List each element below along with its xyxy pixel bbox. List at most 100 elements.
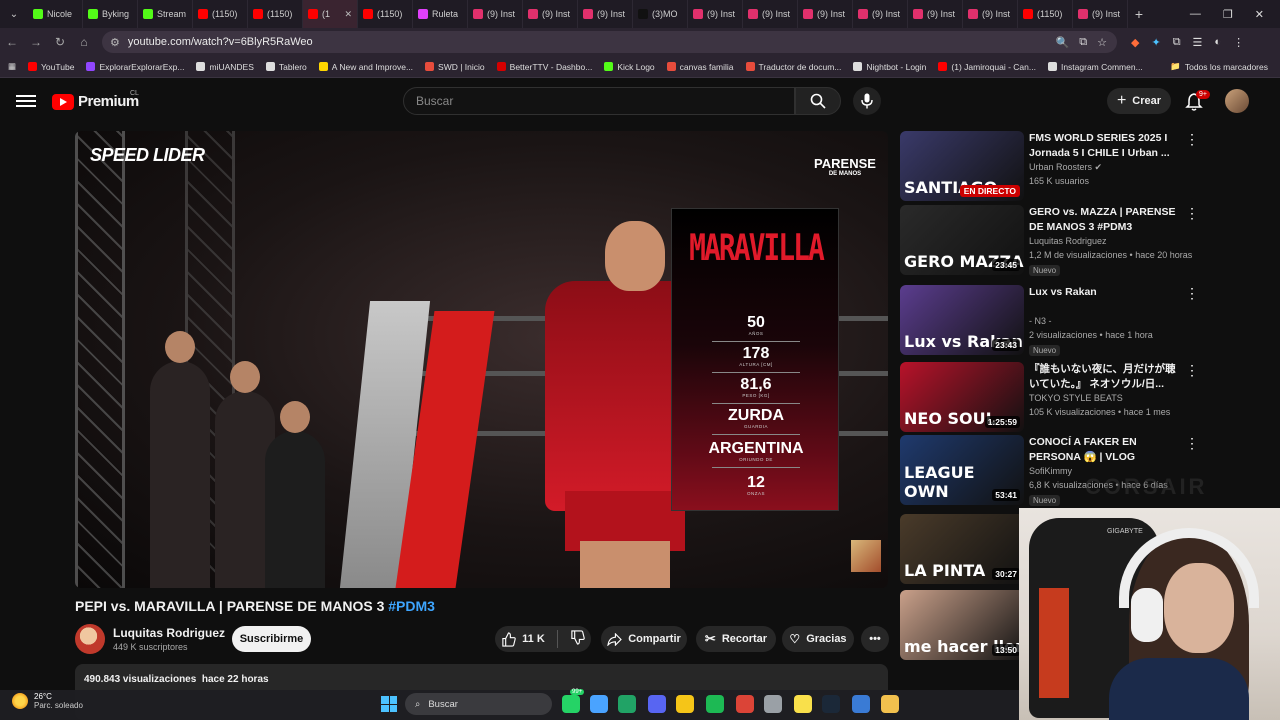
profile-icon[interactable]: ◐ bbox=[1214, 36, 1221, 49]
recommended-channel[interactable]: SofiKimmy bbox=[1029, 466, 1072, 476]
browser-tab[interactable]: Byking bbox=[83, 0, 138, 28]
browser-tab[interactable]: (9) Inst bbox=[523, 0, 578, 28]
whatsapp-icon[interactable]: 99+ bbox=[562, 689, 585, 713]
recommended-title[interactable]: Lux vs Rakan bbox=[1029, 285, 1179, 300]
browser-tab[interactable]: (9) Inst bbox=[468, 0, 523, 28]
discord-icon[interactable] bbox=[648, 695, 666, 713]
recommended-video[interactable]: SANTIAGO EN DIRECTO FMS WORLD SERIES 2025 … bbox=[900, 131, 1200, 203]
like-button[interactable]: 11 K bbox=[501, 631, 545, 647]
edge-icon[interactable] bbox=[852, 695, 870, 713]
app-icon[interactable] bbox=[881, 695, 899, 713]
sticky-icon[interactable] bbox=[794, 695, 812, 713]
steam-icon[interactable] bbox=[822, 695, 840, 713]
notes-icon[interactable] bbox=[590, 695, 608, 713]
browser-tab[interactable]: (1 ✕ bbox=[303, 0, 358, 28]
maximize-button[interactable]: ❐ bbox=[1223, 8, 1233, 21]
recommended-channel[interactable]: TOKYO STYLE BEATS bbox=[1029, 393, 1123, 403]
hashtag-link[interactable]: #PDM3 bbox=[388, 598, 435, 614]
browser-tab[interactable]: (9) Inst bbox=[1073, 0, 1128, 28]
bookmark-item[interactable]: A New and Improve... bbox=[313, 62, 419, 72]
browser-tab[interactable]: Stream bbox=[138, 0, 193, 28]
video-thumbnail[interactable]: LEAGUE OWN 53:41 bbox=[900, 435, 1024, 505]
video-thumbnail[interactable]: Lux vs Rakan 23:43 bbox=[900, 285, 1024, 355]
more-vertical-icon[interactable]: ⋮ bbox=[1185, 436, 1199, 450]
bookmark-item[interactable]: Tablero bbox=[260, 62, 313, 72]
recommended-channel[interactable]: Urban Roosters ✔ bbox=[1029, 162, 1102, 173]
bookmark-item[interactable]: BetterTTV - Dashbo... bbox=[491, 62, 599, 72]
channel-watermark[interactable] bbox=[851, 540, 881, 572]
address-bar[interactable]: ⚙ youtube.com/watch?v=6BlyR5RaWeo 🔍 ⧉ ☆ bbox=[102, 31, 1117, 53]
browser-tab[interactable]: (1150) bbox=[193, 0, 248, 28]
close-window-button[interactable]: ✕ bbox=[1255, 8, 1264, 21]
bookmark-item[interactable]: YouTube bbox=[22, 62, 80, 72]
more-actions-button[interactable]: ••• bbox=[861, 626, 889, 652]
steam-community-icon[interactable] bbox=[764, 695, 782, 713]
share-button[interactable]: Compartir bbox=[601, 626, 687, 652]
recommended-video[interactable]: NEO SOUL 1:25:59 『誰もいない夜に、月だけが聴いていた。』 ネオソウ… bbox=[900, 362, 1200, 434]
browser-tab[interactable]: (3)MO bbox=[633, 0, 688, 28]
site-info-icon[interactable]: ⚙ bbox=[110, 36, 120, 49]
youtube-premium-logo[interactable]: Premium CL bbox=[52, 90, 139, 110]
browser-tab[interactable]: (9) Inst bbox=[578, 0, 633, 28]
extension-icon[interactable]: ✦ bbox=[1151, 36, 1160, 49]
recommended-title[interactable]: CONOCÍ A FAKER EN PERSONA 😱 | VLOG ALEMA… bbox=[1029, 435, 1179, 465]
new-tab-button[interactable]: + bbox=[1128, 6, 1150, 22]
video-thumbnail[interactable]: SANTIAGO EN DIRECTO bbox=[900, 131, 1024, 201]
recommended-channel[interactable]: Luquitas Rodriguez bbox=[1029, 236, 1107, 246]
all-bookmarks-folder[interactable]: 📁 Todos los marcadores bbox=[1164, 61, 1280, 72]
bookmark-item[interactable]: Instagram Commen... bbox=[1042, 62, 1149, 72]
bookmark-item[interactable]: SWD | Inicio bbox=[419, 62, 491, 72]
browser-tab[interactable]: (1150) bbox=[1018, 0, 1073, 28]
bookmark-item[interactable]: Nightbot - Login bbox=[847, 62, 932, 72]
extensions-puzzle-icon[interactable]: ⧉ bbox=[1173, 36, 1181, 49]
more-vertical-icon[interactable]: ⋮ bbox=[1185, 132, 1199, 146]
explorer-icon[interactable] bbox=[676, 695, 694, 713]
chrome-icon[interactable] bbox=[736, 695, 754, 713]
more-vertical-icon[interactable]: ⋮ bbox=[1185, 286, 1199, 300]
clip-button[interactable]: ✂ Recortar bbox=[696, 626, 776, 652]
recommended-title[interactable]: FMS WORLD SERIES 2025 I Jornada 5 I CHIL… bbox=[1029, 131, 1179, 161]
browser-tab[interactable]: (9) Inst bbox=[743, 0, 798, 28]
reload-button[interactable]: ↻ bbox=[48, 35, 72, 49]
recommended-title[interactable]: 『誰もいない夜に、月だけが聴いていた。』 ネオソウル/日... bbox=[1029, 362, 1179, 392]
channel-name[interactable]: Luquitas Rodriguez bbox=[113, 626, 225, 640]
video-thumbnail[interactable]: me hacer llor 13:50 bbox=[900, 590, 1024, 660]
video-thumbnail[interactable]: NEO SOUL 1:25:59 bbox=[900, 362, 1024, 432]
search-input[interactable]: Buscar bbox=[403, 87, 795, 115]
browser-tab[interactable]: (1150) bbox=[358, 0, 413, 28]
video-thumbnail[interactable]: GERO MAZZA 23:45 bbox=[900, 205, 1024, 275]
forward-button[interactable]: → bbox=[24, 35, 48, 49]
bookmark-star-icon[interactable]: ☆ bbox=[1097, 36, 1107, 49]
reading-list-icon[interactable]: ☰ bbox=[1193, 36, 1203, 49]
browser-menu-icon[interactable]: ⋮ bbox=[1233, 36, 1244, 49]
minimize-button[interactable]: — bbox=[1190, 8, 1201, 21]
extension-icon[interactable]: ◆ bbox=[1131, 36, 1139, 49]
subscribe-button[interactable]: Suscribirme bbox=[232, 626, 311, 652]
browser-tab[interactable]: (9) Inst bbox=[908, 0, 963, 28]
thanks-button[interactable]: ♡ Gracias bbox=[782, 626, 854, 652]
hamburger-menu-icon[interactable] bbox=[16, 92, 36, 112]
recommended-video[interactable]: Lux vs Rakan 23:43 Lux vs Rakan - N3 - 2 vis… bbox=[900, 285, 1200, 357]
browser-tab[interactable]: (9) Inst bbox=[963, 0, 1018, 28]
more-vertical-icon[interactable]: ⋮ bbox=[1185, 206, 1199, 220]
install-icon[interactable]: ⧉ bbox=[1079, 36, 1087, 49]
back-button[interactable]: ← bbox=[0, 35, 24, 49]
voice-search-button[interactable] bbox=[853, 87, 881, 115]
create-button[interactable]: + Crear bbox=[1107, 88, 1171, 114]
recommended-title[interactable]: GERO vs. MAZZA | PARENSE DE MANOS 3 #PDM… bbox=[1029, 205, 1179, 235]
close-tab-icon[interactable]: ✕ bbox=[344, 9, 352, 20]
channel-avatar[interactable] bbox=[75, 624, 105, 654]
excel-icon[interactable] bbox=[618, 695, 636, 713]
recommended-video[interactable]: GERO MAZZA 23:45 GERO vs. MAZZA | PARENSE … bbox=[900, 205, 1200, 277]
windows-start-icon[interactable] bbox=[381, 696, 397, 712]
browser-tab[interactable]: Nicole bbox=[28, 0, 83, 28]
bookmark-item[interactable]: miUANDES bbox=[190, 62, 259, 72]
home-button[interactable]: ⌂ bbox=[72, 35, 96, 49]
browser-tab[interactable]: (9) Inst bbox=[798, 0, 853, 28]
search-button[interactable] bbox=[795, 87, 841, 115]
user-avatar[interactable] bbox=[1225, 89, 1249, 113]
browser-tab[interactable]: (9) Inst bbox=[853, 0, 908, 28]
dislike-button[interactable] bbox=[570, 630, 585, 648]
tab-search-button[interactable]: ⌄ bbox=[0, 0, 28, 28]
bookmark-item[interactable]: ExplorarExplorarExp... bbox=[80, 62, 190, 72]
